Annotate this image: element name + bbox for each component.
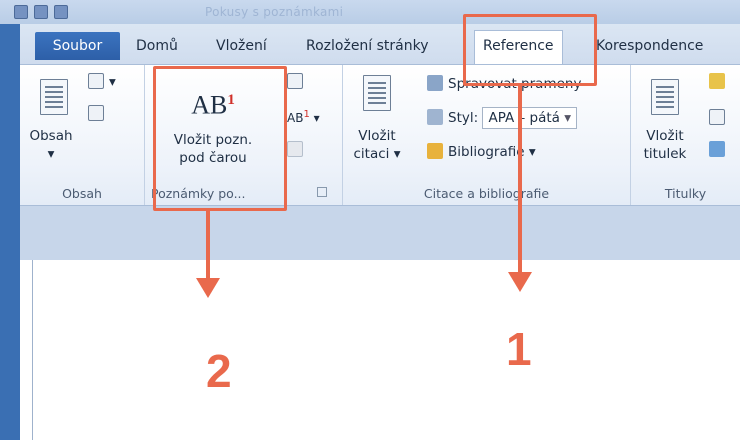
group-captions: Vložit titulek Titulky [631, 65, 740, 205]
insert-citation-button[interactable]: Vložit citaci ▾ [353, 127, 401, 163]
title-bar: Pokusy s poznámkami [0, 0, 740, 24]
insert-citation-label-line2: citaci ▾ [353, 146, 401, 162]
show-notes-icon[interactable] [287, 141, 308, 158]
tab-file[interactable]: Soubor [35, 32, 120, 60]
group-label-citations: Citace a bibliografie [423, 186, 550, 201]
style-dropdown[interactable]: APA – pátá ▾ [482, 107, 578, 129]
style-selector[interactable]: Styl: APA – pátá ▾ [427, 107, 578, 129]
tab-page-layout[interactable]: Rozložení stránky [306, 32, 429, 60]
document-workspace [20, 206, 740, 260]
insert-table-of-figures-icon[interactable] [709, 73, 730, 90]
add-text-icon[interactable]: ▾ [88, 73, 116, 90]
arrow-1-head [508, 272, 532, 292]
window-title: Pokusy s poznámkami [205, 5, 344, 19]
cross-reference-icon[interactable] [709, 141, 730, 158]
group-label-toc: Obsah [62, 186, 102, 201]
tab-mailings[interactable]: Korespondence [596, 32, 703, 60]
toc-button[interactable]: Obsah ▾ [26, 127, 76, 163]
insert-citation-label-line1: Vložit [358, 128, 396, 144]
group-toc: ▾ Obsah ▾ Obsah [20, 65, 145, 205]
left-window-edge [0, 24, 20, 440]
ribbon-references: ▾ Obsah ▾ Obsah AB1 Vložit pozn. pod čar… [20, 64, 740, 206]
arrow-1-shaft [518, 84, 522, 274]
insert-caption-button[interactable]: Vložit titulek [635, 127, 695, 163]
tab-home[interactable]: Domů [136, 32, 178, 60]
style-icon [427, 109, 443, 125]
document-page[interactable] [32, 260, 740, 440]
insert-caption-label-line2: titulek [643, 146, 687, 162]
next-footnote-button[interactable]: AB1 ▾ [287, 109, 320, 125]
style-label: Styl: [448, 110, 479, 126]
step-number-2: 2 [206, 345, 232, 397]
table-of-contents-icon [40, 79, 68, 115]
tab-insert[interactable]: Vložení [216, 32, 267, 60]
manage-sources-icon [427, 75, 443, 91]
insert-endnote-icon[interactable] [287, 73, 308, 90]
update-table-icon[interactable] [709, 109, 730, 126]
arrow-2-head [196, 278, 220, 298]
chevron-down-icon: ▾ [564, 110, 572, 126]
insert-caption-icon [651, 79, 679, 115]
update-table-icon[interactable] [88, 105, 109, 122]
ribbon-tab-bar: Soubor Domů Vložení Rozložení stránky Re… [0, 24, 740, 64]
dialog-launcher-icon[interactable] [317, 187, 327, 197]
step-number-1: 1 [506, 323, 532, 375]
insert-citation-icon [363, 75, 391, 111]
style-value: APA – pátá [488, 110, 560, 126]
bibliography-icon [427, 143, 443, 159]
highlight-footnote-group [153, 66, 287, 211]
group-citations: Vložit citaci ▾ Spravovat prameny Styl: … [343, 65, 631, 205]
toc-button-label: Obsah [29, 128, 73, 144]
bibliography-label: Bibliografie ▾ [448, 144, 536, 160]
arrow-2-shaft [206, 210, 210, 280]
group-label-captions: Titulky [664, 186, 707, 201]
insert-caption-label-line1: Vložit [646, 128, 684, 144]
quick-access-toolbar[interactable] [14, 4, 100, 20]
highlight-references-tab [463, 14, 597, 86]
chevron-down-icon: ▾ [47, 146, 55, 162]
